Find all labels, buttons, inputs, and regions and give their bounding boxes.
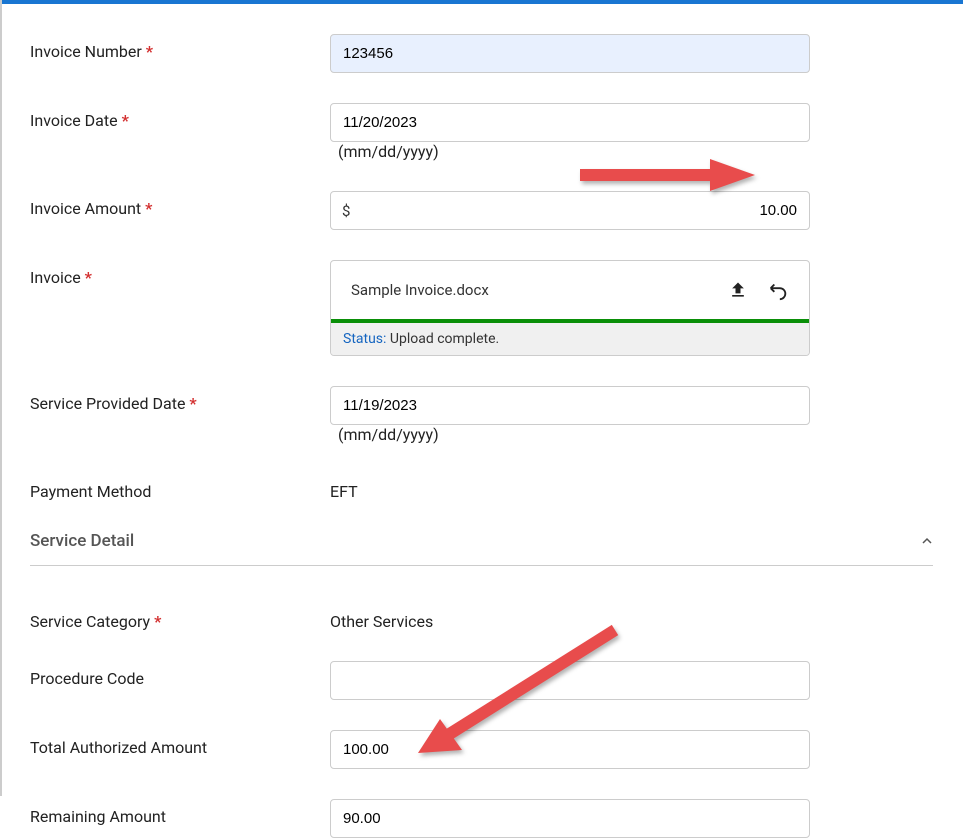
status-label: Status: [343, 331, 386, 347]
section-title: Service Detail [30, 531, 134, 551]
payment-method-label: Payment Method [30, 482, 151, 501]
service-date-input[interactable] [330, 386, 810, 425]
upload-status: Status: Upload complete. [331, 323, 809, 355]
remaining-amount-row: Remaining Amount [30, 799, 933, 838]
procedure-code-input[interactable] [330, 661, 810, 700]
required-mark: * [146, 42, 153, 61]
service-date-row: Service Provided Date * (mm/dd/yyyy) [30, 386, 933, 444]
required-mark: * [189, 394, 196, 413]
required-mark: * [85, 268, 92, 287]
invoice-number-row: Invoice Number * [30, 34, 933, 73]
required-mark: * [122, 111, 129, 130]
date-format-hint: (mm/dd/yyyy) [338, 425, 439, 444]
upload-filename: Sample Invoice.docx [351, 281, 489, 299]
service-date-label: Service Provided Date [30, 394, 185, 413]
undo-icon[interactable] [767, 279, 789, 301]
remaining-amount-label: Remaining Amount [30, 807, 166, 826]
remaining-amount-input[interactable] [330, 799, 810, 838]
invoice-amount-input[interactable] [330, 191, 810, 230]
invoice-amount-row: Invoice Amount * $ [30, 191, 933, 230]
left-border [0, 0, 2, 796]
invoice-date-label: Invoice Date [30, 111, 118, 130]
required-mark: * [145, 199, 152, 218]
invoice-number-label: Invoice Number [30, 42, 142, 61]
invoice-date-row: Invoice Date * (mm/dd/yyyy) [30, 103, 933, 161]
total-authorized-label: Total Authorized Amount [30, 738, 207, 757]
payment-method-value: EFT [330, 474, 810, 501]
procedure-code-label: Procedure Code [30, 669, 144, 688]
status-value: Upload complete. [390, 331, 499, 347]
service-category-value: Other Services [330, 604, 810, 631]
upload-icon[interactable] [727, 279, 749, 301]
payment-method-row: Payment Method EFT [30, 474, 933, 501]
chevron-up-icon [921, 532, 933, 551]
invoice-amount-label: Invoice Amount [30, 199, 141, 218]
invoice-date-input[interactable] [330, 103, 810, 142]
date-format-hint: (mm/dd/yyyy) [338, 142, 439, 161]
total-authorized-row: Total Authorized Amount [30, 730, 933, 769]
upload-box: Sample Invoice.docx Status: Upload compl… [330, 260, 810, 356]
invoice-number-input[interactable] [330, 34, 810, 73]
invoice-file-label: Invoice [30, 268, 81, 287]
required-mark: * [154, 612, 161, 631]
procedure-code-row: Procedure Code [30, 661, 933, 700]
service-category-label: Service Category [30, 612, 150, 631]
service-category-row: Service Category * Other Services [30, 604, 933, 631]
form-container: Invoice Number * Invoice Date * (mm/dd/y… [0, 4, 963, 838]
total-authorized-input[interactable] [330, 730, 810, 769]
service-detail-header[interactable]: Service Detail [30, 531, 933, 566]
invoice-file-row: Invoice * Sample Invoice.docx [30, 260, 933, 356]
